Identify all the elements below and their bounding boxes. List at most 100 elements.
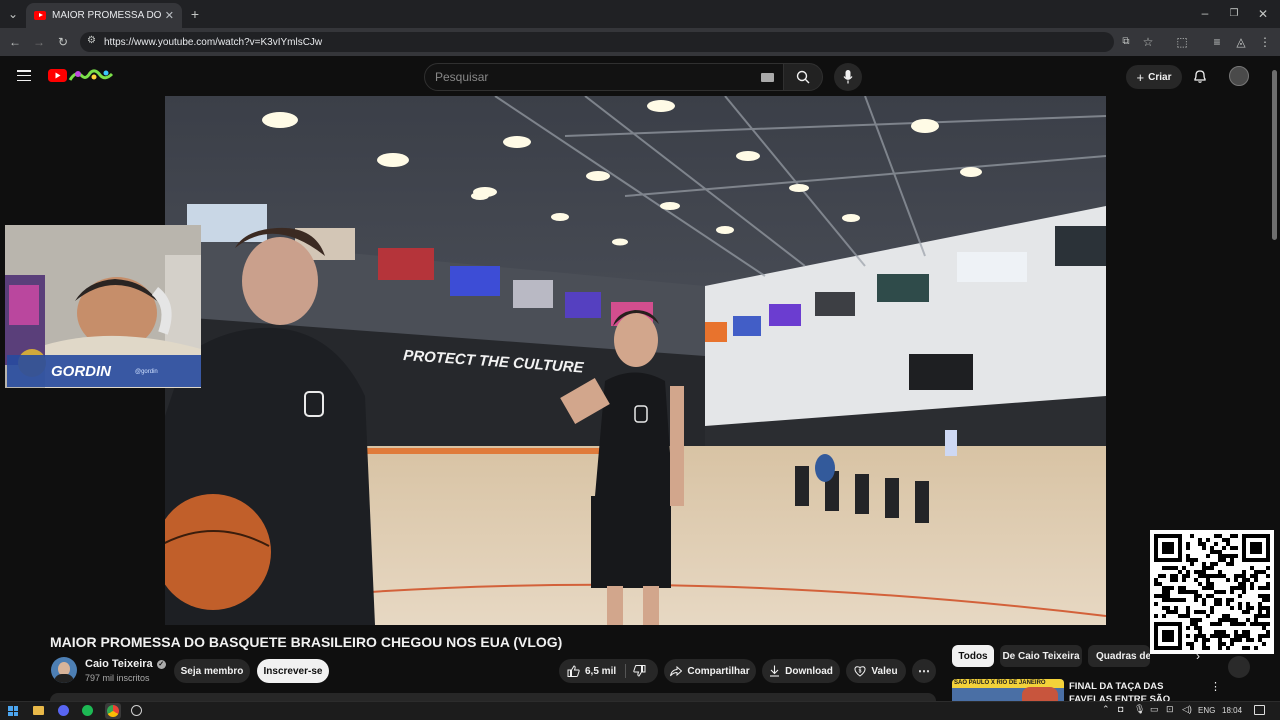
download-button[interactable]: Download [762,659,840,683]
windows-start-icon[interactable] [8,706,18,716]
chip-all-label: Todos [958,650,988,662]
join-membership-button[interactable]: Seja membro [174,659,250,683]
tray-overflow-icon[interactable]: ⌃ [1102,704,1110,715]
reload-icon[interactable]: ↻ [56,35,70,49]
subscriber-count: 797 mil inscritos [85,673,150,683]
chip-channel-label: De Caio Teixeira [1002,650,1080,662]
tray-mic-icon[interactable]: 🎙 [1134,704,1145,715]
dislike-button[interactable] [633,665,646,680]
clock[interactable]: 18:04 [1222,706,1242,715]
back-icon[interactable]: ← [8,35,22,49]
like-divider [625,664,626,678]
chip-courts-label: Quadras de Basquete [1096,650,1150,662]
keyboard-icon[interactable] [761,73,774,82]
discord-icon[interactable] [58,705,69,716]
youtube-favicon-icon [34,11,46,20]
tab-title: MAIOR PROMESSA DO BASQUETE [52,10,161,21]
streamer-name: GORDIN [51,363,111,380]
browser-tab[interactable]: MAIOR PROMESSA DO BASQUETE ✕ [26,3,182,28]
join-membership-label: Seja membro [180,665,244,677]
thumbs-down-icon [633,665,646,677]
language-indicator[interactable]: ENG [1198,706,1215,715]
svg-text:$: $ [859,669,862,675]
extensions-icon[interactable]: ⬚ [1175,35,1189,49]
more-horizontal-icon: ⋯ [918,664,930,678]
minimize-icon[interactable]: – [1198,6,1212,20]
new-tab-icon[interactable]: + [188,7,202,21]
chrome-taskbar-item[interactable] [105,703,121,719]
search-button[interactable] [783,63,823,91]
watermark-logo [1228,656,1250,678]
subscribe-label: Inscrever-se [263,665,323,677]
streamer-webcam-overlay: GORDIN @gordin [5,225,201,388]
url-field[interactable]: ⚙ https://www.youtube.com/watch?v=K3vIYm… [80,32,1114,52]
voice-search-button[interactable] [834,63,862,91]
search-placeholder: Pesquisar [435,70,489,84]
media-controls-icon[interactable]: ≡ [1210,35,1224,49]
youtube-logo[interactable] [48,68,116,84]
thanks-label: Valeu [871,665,898,677]
description-box[interactable] [50,693,936,701]
tray-display-icon[interactable]: ▭ [1150,704,1159,715]
hamburger-menu-icon[interactable] [17,70,31,81]
recommended-video-thumbnail[interactable]: SÃO PAULO X RIO DE JANEIRO [952,679,1064,701]
recommended-video-title[interactable]: FINAL DA TAÇA DAS FAVELAS ENTRE SÃO PAUL… [1069,680,1205,701]
like-dislike-group: 6,5 mil [559,659,658,683]
steam-icon[interactable] [131,705,142,716]
account-avatar[interactable] [1229,66,1249,86]
notifications-bell-icon[interactable] [1192,68,1208,84]
site-info-icon[interactable]: ⚙ [87,35,96,46]
profile-icon[interactable]: ◬ [1234,35,1248,49]
create-label: Criar [1148,71,1172,83]
channel-name[interactable]: Caio Teixeira [85,658,153,670]
tab-search-icon[interactable]: ⌄ [6,7,20,21]
search-input[interactable]: Pesquisar [424,63,784,91]
qr-code-image [1154,534,1270,650]
bookmark-star-icon[interactable]: ☆ [1141,35,1155,49]
like-count: 6,5 mil [585,665,617,677]
file-explorer-icon[interactable] [33,706,44,715]
subscribe-button[interactable]: Inscrever-se [257,659,329,683]
share-button[interactable]: Compartilhar [664,659,756,683]
notification-center-icon[interactable] [1254,705,1265,715]
chrome-icon [107,705,119,717]
chips-next-icon[interactable]: › [1196,649,1200,663]
page-scrollbar[interactable] [1272,70,1277,240]
more-actions-button[interactable]: ⋯ [912,659,936,683]
tray-network-icon[interactable]: ⊡ [1166,704,1174,715]
qr-code [1150,530,1274,654]
chrome-menu-icon[interactable]: ⋮ [1258,35,1272,49]
tray-app-icon[interactable]: ◘ [1118,704,1123,714]
tray-volume-icon[interactable]: ◁) [1182,704,1192,715]
restore-icon[interactable]: ❐ [1227,7,1241,21]
thumbs-up-icon [567,665,580,677]
forward-icon[interactable]: → [32,35,46,49]
channel-avatar[interactable] [51,657,77,683]
super-thanks-icon: $ [854,666,866,677]
like-button[interactable]: 6,5 mil [567,665,616,677]
video-frame-scene: PROTECT THE CULTURE [165,96,1106,625]
close-window-icon[interactable]: ✕ [1256,7,1270,21]
plus-icon: + [1136,69,1145,85]
channel-name-row[interactable]: Caio Teixeira ✓ [85,658,166,670]
thanks-button[interactable]: $ Valeu [846,659,906,683]
microphone-icon [843,70,853,84]
video-title: MAIOR PROMESSA DO BASQUETE BRASILEIRO CH… [50,634,563,650]
recommended-more-icon[interactable]: ⋮ [1210,680,1221,693]
close-tab-icon[interactable]: ✕ [165,9,174,22]
share-icon [670,665,683,676]
chip-channel[interactable]: De Caio Teixeira [1000,645,1082,667]
create-button[interactable]: + Criar [1126,65,1182,89]
video-player[interactable]: PROTECT THE CULTURE [165,96,1106,625]
url-text: https://www.youtube.com/watch?v=K3vIYmls… [104,36,323,48]
install-app-icon[interactable]: ⧉ [1119,35,1133,49]
download-icon [770,665,780,677]
chip-courts[interactable]: Quadras de Basquete [1088,645,1150,667]
chip-all[interactable]: Todos [952,645,994,667]
spotify-icon[interactable] [82,705,93,716]
streamer-handle: @gordin [135,369,158,375]
browser-tab-bar: ⌄ MAIOR PROMESSA DO BASQUETE ✕ + – ❐ ✕ [0,0,1280,28]
verified-badge-icon: ✓ [156,659,166,669]
windows-taskbar: ⌃ ◘ 🎙 ▭ ⊡ ◁) ENG 18:04 [0,701,1280,720]
search-icon [796,70,810,84]
